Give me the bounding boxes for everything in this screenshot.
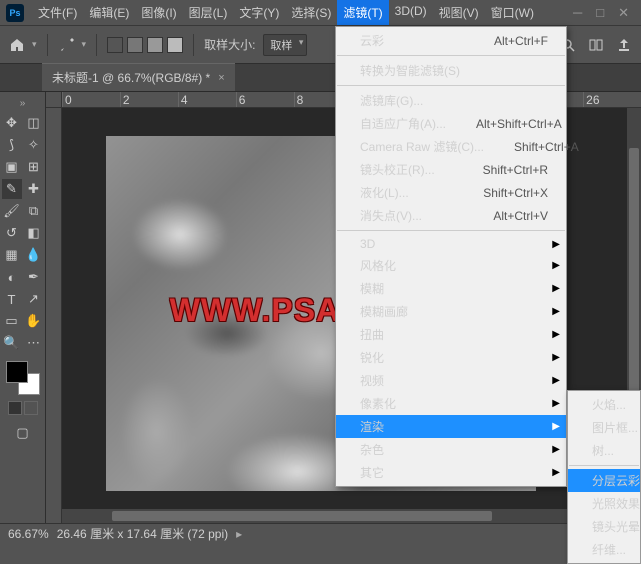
- gradient-tool[interactable]: ▦: [2, 245, 22, 265]
- magic-wand-tool[interactable]: ✧: [24, 135, 44, 155]
- menu-2[interactable]: 图像(I): [135, 0, 182, 25]
- menu-9[interactable]: 窗口(W): [485, 0, 540, 25]
- ruler-origin[interactable]: [46, 92, 62, 108]
- home-icon[interactable]: [8, 36, 26, 54]
- menu-item[interactable]: 其它▶: [336, 461, 566, 484]
- minimize-icon[interactable]: ─: [573, 5, 582, 21]
- menu-item[interactable]: 风格化▶: [336, 254, 566, 277]
- brush-tool[interactable]: 🖌: [2, 201, 22, 221]
- menu-item[interactable]: 视频▶: [336, 369, 566, 392]
- app-logo: Ps: [6, 4, 24, 22]
- move-tool[interactable]: ✥: [2, 113, 22, 133]
- eraser-tool[interactable]: ◧: [24, 223, 44, 243]
- menu-item[interactable]: 分层云彩: [568, 469, 640, 492]
- sample-swatches[interactable]: [107, 37, 183, 53]
- menu-4[interactable]: 文字(Y): [233, 0, 285, 25]
- menu-item[interactable]: 树...: [568, 439, 640, 462]
- menu-item[interactable]: 滤镜库(G)...: [336, 89, 566, 112]
- dodge-tool[interactable]: ◐: [2, 267, 22, 287]
- blur-tool[interactable]: 💧: [24, 245, 44, 265]
- menu-item[interactable]: 图片框...: [568, 416, 640, 439]
- edit-toolbar[interactable]: ⋯: [24, 333, 44, 353]
- ruler-vertical[interactable]: [46, 108, 62, 523]
- close-icon[interactable]: ✕: [618, 5, 629, 21]
- filter-menu-dropdown: 云彩Alt+Ctrl+F 转换为智能滤镜(S) 滤镜库(G)...自适应广角(A).…: [335, 26, 567, 487]
- menu-item[interactable]: 镜头校正(R)...Shift+Ctrl+R: [336, 158, 566, 181]
- zoom-level[interactable]: 66.67%: [8, 527, 49, 541]
- marquee-tool[interactable]: ◫: [24, 113, 44, 133]
- menu-item[interactable]: 扭曲▶: [336, 323, 566, 346]
- menu-item[interactable]: 消失点(V)...Alt+Ctrl+V: [336, 204, 566, 227]
- pen-tool[interactable]: ✒: [24, 267, 44, 287]
- eyedropper-tool[interactable]: ✎: [2, 179, 22, 199]
- maximize-icon[interactable]: □: [596, 5, 604, 21]
- panel-collapse-icon[interactable]: »: [0, 96, 45, 111]
- path-tool[interactable]: ↗: [24, 289, 44, 309]
- document-tab-title: 未标题-1 @ 66.7%(RGB/8#) *: [52, 69, 210, 86]
- zoom-tool[interactable]: 🔍: [2, 333, 22, 353]
- menu-0[interactable]: 文件(F): [32, 0, 83, 25]
- type-tool[interactable]: T: [2, 289, 22, 309]
- sample-size-combo[interactable]: 取样: [263, 34, 307, 56]
- share-icon[interactable]: [615, 36, 633, 54]
- eyedropper-icon[interactable]: [58, 36, 76, 54]
- statusbar: 66.67% 26.46 厘米 x 17.64 厘米 (72 ppi) ▸: [0, 523, 641, 543]
- menu-6[interactable]: 滤镜(T): [337, 0, 388, 25]
- menu-7[interactable]: 3D(D): [389, 0, 433, 25]
- document-info[interactable]: 26.46 厘米 x 17.64 厘米 (72 ppi): [57, 525, 228, 542]
- render-submenu-dropdown: 火焰...图片框...树... 分层云彩光照效果...镜头光晕...纤维...: [567, 390, 641, 564]
- menu-item[interactable]: 锐化▶: [336, 346, 566, 369]
- menu-item[interactable]: 3D▶: [336, 234, 566, 254]
- menu-item[interactable]: 模糊▶: [336, 277, 566, 300]
- color-swatch[interactable]: [6, 361, 40, 395]
- menu-item[interactable]: 火焰...: [568, 393, 640, 416]
- menu-item[interactable]: 自适应广角(A)...Alt+Shift+Ctrl+A: [336, 112, 566, 135]
- menu-item[interactable]: 光照效果...: [568, 492, 640, 515]
- quickmask-toggle[interactable]: [8, 401, 38, 415]
- shape-tool[interactable]: ▭: [2, 311, 22, 331]
- tab-close-icon[interactable]: ×: [218, 72, 224, 84]
- menu-item[interactable]: 镜头光晕...: [568, 515, 640, 538]
- menu-item[interactable]: 液化(L)...Shift+Ctrl+X: [336, 181, 566, 204]
- menu-item[interactable]: 纤维...: [568, 538, 640, 561]
- menu-item[interactable]: 转换为智能滤镜(S): [336, 59, 566, 82]
- menu-item[interactable]: 像素化▶: [336, 392, 566, 415]
- screenmode-icon[interactable]: ▢: [13, 423, 33, 443]
- stamp-tool[interactable]: ⧉: [24, 201, 44, 221]
- history-brush-tool[interactable]: ↺: [2, 223, 22, 243]
- foreground-color[interactable]: [6, 361, 28, 383]
- hand-tool[interactable]: ✋: [24, 311, 44, 331]
- crop-tool[interactable]: ▣: [2, 157, 22, 177]
- window-controls: ─ □ ✕: [573, 5, 635, 21]
- frame-tool[interactable]: ⊞: [24, 157, 44, 177]
- menu-8[interactable]: 视图(V): [433, 0, 485, 25]
- sample-size-label: 取样大小:: [204, 36, 255, 53]
- menu-3[interactable]: 图层(L): [183, 0, 234, 25]
- menu-item[interactable]: 杂色▶: [336, 438, 566, 461]
- menu-item[interactable]: 模糊画廊▶: [336, 300, 566, 323]
- menubar: 文件(F)编辑(E)图像(I)图层(L)文字(Y)选择(S)滤镜(T)3D(D)…: [32, 0, 540, 25]
- arrange-icon[interactable]: [587, 36, 605, 54]
- tool-panel: » ✥ ◫ ⟆ ✧ ▣ ⊞ ✎ ✚ 🖌 ⧉ ↺ ◧ ▦ 💧 ◐ ✒ T ↗ ▭ …: [0, 92, 46, 523]
- menu-item[interactable]: 云彩Alt+Ctrl+F: [336, 29, 566, 52]
- document-tab[interactable]: 未标题-1 @ 66.7%(RGB/8#) * ×: [42, 63, 235, 91]
- healing-tool[interactable]: ✚: [24, 179, 44, 199]
- lasso-tool[interactable]: ⟆: [2, 135, 22, 155]
- menu-1[interactable]: 编辑(E): [83, 0, 135, 25]
- menu-item[interactable]: 渲染▶: [336, 415, 566, 438]
- menu-item[interactable]: Camera Raw 滤镜(C)...Shift+Ctrl+A: [336, 135, 566, 158]
- menu-5[interactable]: 选择(S): [285, 0, 337, 25]
- scrollbar-horizontal[interactable]: [62, 509, 641, 523]
- titlebar: Ps 文件(F)编辑(E)图像(I)图层(L)文字(Y)选择(S)滤镜(T)3D…: [0, 0, 641, 26]
